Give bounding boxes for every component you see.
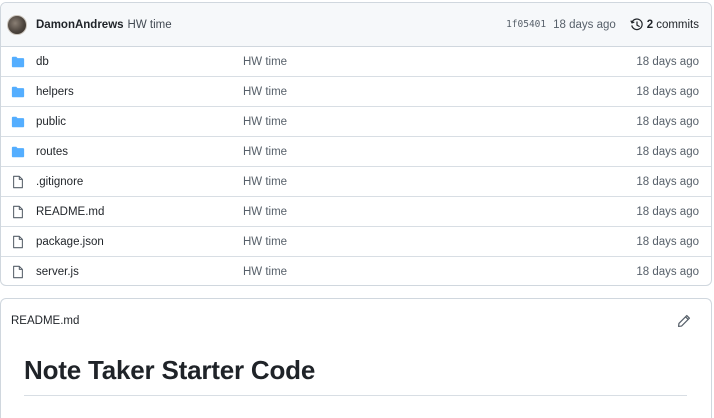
readme-filename[interactable]: README.md xyxy=(11,315,79,327)
file-age: 18 days ago xyxy=(636,115,699,128)
file-age: 18 days ago xyxy=(636,175,699,188)
folder-icon xyxy=(11,146,25,158)
commits-label: commits xyxy=(656,18,699,31)
file-name[interactable]: db xyxy=(36,56,49,68)
file-name[interactable]: helpers xyxy=(36,86,74,98)
file-icon xyxy=(13,235,23,249)
file-age: 18 days ago xyxy=(636,55,699,68)
folder-icon xyxy=(11,86,25,98)
latest-commit-bar: DamonAndrews HW time 1f05401 18 days ago… xyxy=(1,3,711,47)
file-age: 18 days ago xyxy=(636,266,699,278)
file-row[interactable]: .gitignore HW time 18 days ago xyxy=(1,167,711,197)
readme-panel: README.md Note Taker Starter Code xyxy=(0,298,712,418)
heading-divider xyxy=(24,395,687,396)
file-commit-message[interactable]: HW time xyxy=(243,176,287,188)
readme-header: README.md xyxy=(1,299,711,343)
readme-heading: Note Taker Starter Code xyxy=(24,355,316,385)
file-name[interactable]: .gitignore xyxy=(36,176,83,188)
file-commit-message[interactable]: HW time xyxy=(243,146,287,158)
file-commit-message[interactable]: HW time xyxy=(243,206,287,218)
file-name[interactable]: package.json xyxy=(36,236,104,248)
file-row[interactable]: package.json HW time 18 days ago xyxy=(1,227,711,257)
file-commit-message[interactable]: HW time xyxy=(243,236,287,248)
pencil-icon[interactable] xyxy=(677,314,691,328)
file-age: 18 days ago xyxy=(636,235,699,248)
file-row[interactable]: public HW time 18 days ago xyxy=(1,107,711,137)
file-row[interactable]: README.md HW time 18 days ago xyxy=(1,197,711,227)
file-age: 18 days ago xyxy=(636,85,699,98)
file-commit-message[interactable]: HW time xyxy=(243,266,287,278)
file-name[interactable]: routes xyxy=(36,146,68,158)
file-commit-message[interactable]: HW time xyxy=(243,56,287,68)
file-icon xyxy=(13,175,23,189)
file-commit-message[interactable]: HW time xyxy=(243,116,287,128)
file-age: 18 days ago xyxy=(636,145,699,158)
commits-history-link[interactable]: 2 commits xyxy=(630,18,699,32)
file-commit-message[interactable]: HW time xyxy=(243,86,287,98)
file-age: 18 days ago xyxy=(636,205,699,218)
file-name[interactable]: public xyxy=(36,116,66,128)
folder-icon xyxy=(11,116,25,128)
folder-icon xyxy=(11,56,25,68)
file-icon xyxy=(13,205,23,219)
commit-age: 18 days ago xyxy=(553,18,616,31)
commit-author[interactable]: DamonAndrews xyxy=(36,19,124,31)
file-name[interactable]: server.js xyxy=(36,266,79,278)
file-row[interactable]: routes HW time 18 days ago xyxy=(1,137,711,167)
commit-sha[interactable]: 1f05401 xyxy=(506,19,546,30)
commit-message[interactable]: HW time xyxy=(128,19,172,31)
file-row[interactable]: db HW time 18 days ago xyxy=(1,47,711,77)
file-browser: DamonAndrews HW time 1f05401 18 days ago… xyxy=(0,2,712,286)
file-row[interactable]: helpers HW time 18 days ago xyxy=(1,77,711,107)
file-name[interactable]: README.md xyxy=(36,206,104,218)
commits-count: 2 xyxy=(646,18,654,31)
file-icon xyxy=(13,265,23,279)
file-row[interactable]: server.js HW time 18 days ago xyxy=(1,257,711,285)
user-avatar[interactable] xyxy=(7,14,27,35)
history-icon xyxy=(630,18,643,30)
